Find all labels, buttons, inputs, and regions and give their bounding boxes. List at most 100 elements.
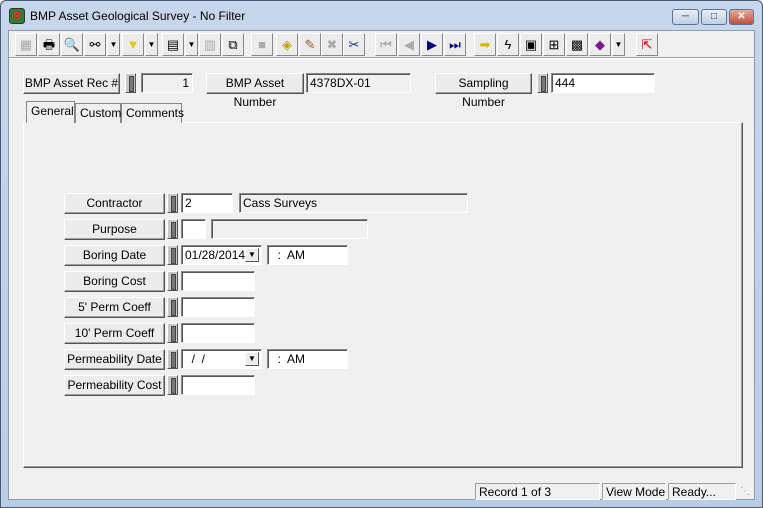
perm10-field[interactable] xyxy=(181,323,255,343)
bmp-asset-rec-button[interactable]: BMP Asset Rec # xyxy=(23,73,120,94)
boring-date-label-button[interactable]: Boring Date xyxy=(64,245,165,266)
perm-date-time-field[interactable]: : AM xyxy=(267,349,348,369)
resize-grip-icon[interactable]: ⋱ xyxy=(740,486,750,497)
hierarchy-icon: ⊞ xyxy=(548,37,560,52)
sampling-number-field[interactable]: 444 xyxy=(551,73,655,93)
minimize-button[interactable]: ─ xyxy=(672,9,699,25)
field-grip-handle[interactable] xyxy=(167,297,178,317)
hierarchy-button[interactable]: ⊞ xyxy=(543,33,565,56)
tab-panel-general xyxy=(23,122,743,468)
report-icon: ▤ xyxy=(166,37,180,52)
goto-arrow-button[interactable]: ➡ xyxy=(474,33,496,56)
previous-record-icon: ◀ xyxy=(404,37,414,52)
field-grip-handle[interactable] xyxy=(167,349,178,369)
purpose-name-field xyxy=(211,219,368,239)
tab-general[interactable]: General xyxy=(26,101,75,123)
boring-cost-field[interactable] xyxy=(181,271,255,291)
field-grip-handle[interactable] xyxy=(167,219,178,239)
pencil-edit-button[interactable]: ✎ xyxy=(299,33,321,56)
properties-button[interactable]: ▥ xyxy=(199,33,221,56)
first-record-icon: ⏮ xyxy=(380,37,392,52)
field-grip-handle[interactable] xyxy=(167,245,178,265)
perm5-label-button[interactable]: 5' Perm Coeff xyxy=(64,297,165,318)
purpose-code-field[interactable] xyxy=(181,219,206,239)
lightning-icon: ϟ xyxy=(504,37,512,52)
date-value: / / xyxy=(185,352,206,366)
boring-date-picker[interactable]: 01/28/2014 ▼ xyxy=(181,245,262,265)
print-preview-icon: 🔍 xyxy=(63,37,81,52)
book-button[interactable]: ◆ xyxy=(589,33,611,56)
date-value: 01/28/2014 xyxy=(185,248,246,262)
report-button[interactable]: ▤ xyxy=(162,33,184,56)
filter-funnel-icon: ▼ xyxy=(126,37,140,52)
status-record: Record 1 of 3 xyxy=(475,483,600,500)
delete-x-button[interactable]: ✖ xyxy=(321,33,343,56)
dropdown-arrow-button[interactable]: ▼ xyxy=(107,33,120,56)
new-record-icon: ◈ xyxy=(282,37,292,52)
field-grip-handle[interactable] xyxy=(125,73,136,93)
next-record-button[interactable]: ▶ xyxy=(421,33,443,56)
dropdown-arrow-button[interactable]: ▼ xyxy=(145,33,158,56)
purpose-label-button[interactable]: Purpose xyxy=(64,219,165,240)
bmp-asset-number-button[interactable]: BMP Asset Number xyxy=(206,73,304,109)
pencil-edit-icon: ✎ xyxy=(304,37,316,52)
window-title: BMP Asset Geological Survey - No Filter xyxy=(30,9,246,23)
sampling-number-button[interactable]: Sampling Number xyxy=(435,73,532,109)
printer-icon: 🖶 xyxy=(42,37,56,52)
print-preview-button[interactable]: 🔍 xyxy=(61,33,83,56)
scissors-cut-button[interactable]: ✂ xyxy=(343,33,365,56)
perm5-field[interactable] xyxy=(181,297,255,317)
field-grip-handle[interactable] xyxy=(537,73,548,93)
form-view-icon: ▦ xyxy=(19,37,33,52)
maximize-button[interactable]: □ xyxy=(701,9,727,25)
contractor-label-button[interactable]: Contractor xyxy=(64,193,165,214)
binoculars-find-icon: ⚯ xyxy=(89,37,101,52)
boring-date-time-field[interactable]: : AM xyxy=(267,245,348,265)
binoculars-find-button[interactable]: ⚯ xyxy=(84,33,106,56)
toolbar-divider xyxy=(9,57,754,59)
tab-custom[interactable]: Custom xyxy=(75,103,121,123)
printer-button[interactable]: 🖶 xyxy=(38,33,60,56)
diagram-icon: ▣ xyxy=(524,37,538,52)
perm-date-picker[interactable]: / / ▼ xyxy=(181,349,262,369)
field-grip-handle[interactable] xyxy=(167,193,178,213)
save-icon: ■ xyxy=(258,37,266,52)
export-icon: ⧉ xyxy=(228,37,238,52)
exit-button[interactable]: ⇱ xyxy=(636,33,658,56)
contractor-name-field: Cass Surveys xyxy=(239,193,468,213)
dropdown-arrow-button[interactable]: ▼ xyxy=(612,33,625,56)
lightning-button[interactable]: ϟ xyxy=(497,33,519,56)
previous-record-button[interactable]: ◀ xyxy=(398,33,420,56)
boring-cost-label-button[interactable]: Boring Cost xyxy=(64,271,165,292)
perm-date-label-button[interactable]: Permeability Date xyxy=(64,349,165,370)
chevron-down-icon[interactable]: ▼ xyxy=(245,352,259,366)
dropdown-arrow-button[interactable]: ▼ xyxy=(185,33,198,56)
last-record-button[interactable]: ⏭ xyxy=(444,33,466,56)
perm-cost-field[interactable] xyxy=(181,375,255,395)
field-grip-handle[interactable] xyxy=(167,375,178,395)
book-icon: ◆ xyxy=(595,37,605,52)
first-record-button[interactable]: ⏮ xyxy=(375,33,397,56)
save-button[interactable]: ■ xyxy=(251,33,273,56)
new-record-button[interactable]: ◈ xyxy=(276,33,298,56)
goto-arrow-icon: ➡ xyxy=(479,37,491,52)
tab-comments[interactable]: Comments xyxy=(121,103,184,123)
export-button[interactable]: ⧉ xyxy=(222,33,244,56)
field-grip-handle[interactable] xyxy=(167,271,178,291)
filter-funnel-button[interactable]: ▼ xyxy=(122,33,144,56)
field-grip-handle[interactable] xyxy=(167,323,178,343)
close-button[interactable]: ✕ xyxy=(729,9,754,25)
perm10-label-button[interactable]: 10' Perm Coeff xyxy=(64,323,165,344)
status-mode: View Mode xyxy=(602,483,666,500)
chevron-down-icon[interactable]: ▼ xyxy=(245,248,259,262)
diagram-button[interactable]: ▣ xyxy=(520,33,542,56)
exit-icon: ⇱ xyxy=(641,37,653,52)
next-record-icon: ▶ xyxy=(427,37,437,52)
scissors-cut-icon: ✂ xyxy=(348,37,360,52)
app-icon xyxy=(9,8,25,24)
map-button[interactable]: ▩ xyxy=(566,33,588,56)
perm-cost-label-button[interactable]: Permeability Cost xyxy=(64,375,165,396)
form-view-button[interactable]: ▦ xyxy=(15,33,37,56)
contractor-code-field[interactable]: 2 xyxy=(181,193,233,213)
delete-x-icon: ✖ xyxy=(326,37,338,52)
